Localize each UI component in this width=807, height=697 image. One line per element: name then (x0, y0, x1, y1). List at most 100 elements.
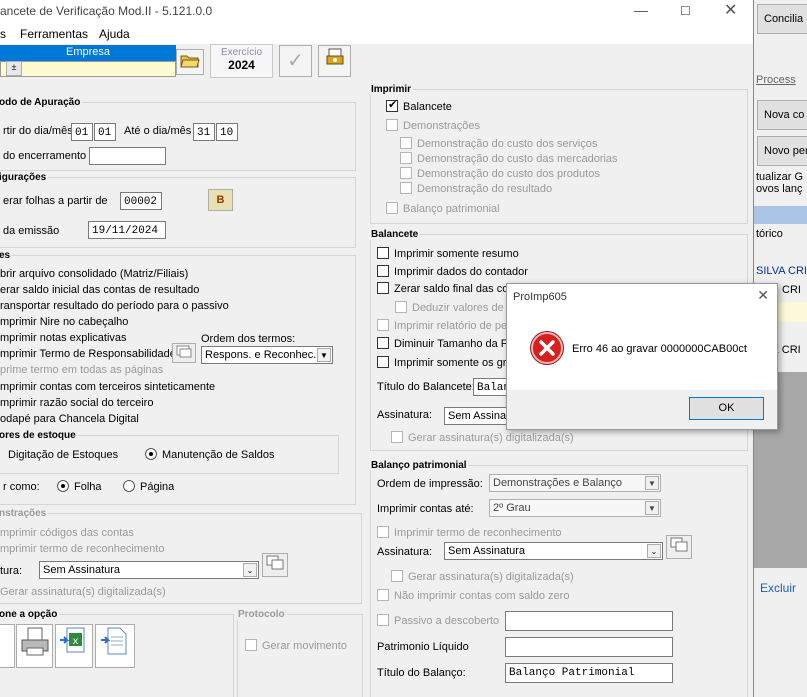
opcao-saldo-inicial[interactable]: erar saldo inicial das contas de resulta… (0, 284, 199, 296)
custo-produtos-checkbox[interactable] (400, 167, 412, 179)
dialog-close-icon[interactable]: ✕ (757, 287, 769, 304)
opcao-notas[interactable]: mprimir notas explicativas (0, 332, 127, 344)
to-month-input[interactable]: 10 (216, 123, 238, 141)
document-export-button[interactable] (95, 624, 135, 668)
custo-servicos-checkbox[interactable] (400, 137, 412, 149)
balancete-checkbox[interactable] (386, 98, 398, 112)
demonstracoes-check-label[interactable]: Demonstrações (403, 120, 480, 132)
excluir-button[interactable]: Excluir (760, 581, 796, 595)
action-button-1[interactable] (0, 624, 15, 668)
balanco-gerar-label[interactable]: Gerar assinatura(s) digitalizada(s) (408, 571, 574, 583)
custo-produtos-label[interactable]: Demonstração do custo dos produtos (417, 168, 600, 180)
print-button[interactable] (16, 624, 53, 668)
somente-grupos-label[interactable]: Imprimir somente os gru (394, 357, 513, 369)
ordem-impressao-select[interactable]: Demonstrações e Balanço ▼ (489, 474, 661, 492)
menu-item-ferramentas[interactable]: Ferramentas (20, 27, 88, 41)
resultado-checkbox[interactable] (400, 182, 412, 194)
pagina-radio[interactable] (123, 480, 135, 492)
folha-radio[interactable] (57, 480, 69, 492)
menu-item-ajuda[interactable]: Ajuda (99, 27, 130, 41)
custo-mercadorias-checkbox[interactable] (400, 152, 412, 164)
somente-grupos-checkbox[interactable] (377, 356, 389, 368)
close-icon[interactable]: ✕ (724, 0, 737, 20)
pagina-label[interactable]: Página (140, 481, 174, 493)
somente-resumo-checkbox[interactable] (377, 247, 389, 259)
folhas-b-button[interactable]: B (208, 189, 233, 211)
demo-termo[interactable]: mprimir termo de reconhecimento (0, 543, 164, 555)
balanco-check-label[interactable]: Balanço patrimonial (403, 203, 500, 215)
process-button[interactable]: Process (756, 74, 796, 86)
relatorio-checkbox[interactable] (377, 319, 389, 331)
opcao-consolidado[interactable]: brir arquivo consolidado (Matriz/Filiais… (0, 268, 188, 280)
from-month-input[interactable]: 01 (94, 123, 116, 141)
custo-servicos-label[interactable]: Demonstração do custo dos serviços (417, 138, 597, 150)
opcao-termo-paginas[interactable]: prime termo em todas as páginas (0, 364, 163, 376)
balanco-termo-checkbox[interactable] (377, 526, 389, 538)
balancete-assinatura-select[interactable]: Sem Assinatu (444, 407, 512, 425)
demo-gerar[interactable]: Gerar assinatura(s) digitalizada(s) (0, 586, 166, 598)
estoque-opt1-label[interactable]: Digitação de Estoques (8, 449, 118, 461)
passivo-input[interactable] (505, 611, 673, 631)
opcao-terceiros-sint[interactable]: mprimir contas com terceiros sinteticame… (0, 381, 215, 393)
minimize-icon[interactable]: — (634, 2, 648, 18)
passivo-checkbox[interactable] (377, 614, 389, 626)
opcao-transportar[interactable]: ransportar resultado do período para o p… (0, 300, 229, 312)
folha-label[interactable]: Folha (74, 481, 102, 493)
opcao-chancela[interactable]: odapé para Chancela Digital (0, 413, 139, 425)
ordem-termos-select[interactable]: Respons. e Reconhec. ▼ (201, 346, 333, 364)
grid-row-2[interactable]: CRI (782, 284, 801, 296)
confirm-button[interactable]: ✓ (279, 45, 312, 77)
empresa-field[interactable] (0, 61, 176, 77)
termo-config-button[interactable] (172, 343, 196, 363)
zerar-saldo-checkbox[interactable] (377, 282, 389, 294)
estoque-opt2-radio[interactable] (145, 448, 157, 460)
somente-resumo-label[interactable]: Imprimir somente resumo (394, 248, 519, 260)
demonstracoes-checkbox[interactable] (386, 119, 398, 131)
patrimonio-input[interactable] (505, 637, 673, 657)
deduzir-label[interactable]: Deduzir valores de c (412, 302, 512, 314)
folhas-input[interactable]: 00002 (120, 192, 162, 210)
open-folder-button[interactable] (176, 49, 204, 75)
grid-row-1[interactable]: SILVA CRI (756, 265, 807, 277)
opcao-nire[interactable]: mprimir Nire no cabeçalho (0, 316, 128, 328)
balanco-checkbox[interactable] (386, 202, 398, 214)
balanco-assinatura-config-button[interactable] (666, 535, 692, 559)
demo-codigos[interactable]: mprimir códigos das contas (0, 527, 134, 539)
nao-imprimir-label[interactable]: Não imprimir contas com saldo zero (394, 590, 569, 602)
nao-imprimir-checkbox[interactable] (377, 589, 389, 601)
balanco-termo-label[interactable]: Imprimir termo de reconhecimento (394, 527, 562, 539)
balancete-check-label[interactable]: Balancete (403, 101, 452, 113)
relatorio-label[interactable]: Imprimir relatório de per (394, 320, 511, 332)
estoque-opt2-label[interactable]: Manutenção de Saldos (162, 449, 275, 461)
protocolo-gerar-label[interactable]: Gerar movimento (262, 640, 347, 652)
demo-assinatura-select[interactable]: Sem Assinatura ⌄ (39, 561, 259, 579)
to-day-input[interactable]: 31 (193, 123, 215, 141)
resultado-label[interactable]: Demonstração do resultado (417, 183, 552, 195)
deduzir-checkbox[interactable] (395, 301, 407, 313)
contas-ate-select[interactable]: 2º Grau ▼ (489, 499, 661, 517)
custo-mercadorias-label[interactable]: Demonstração do custo das mercadorias (417, 153, 618, 165)
from-day-input[interactable]: 01 (71, 123, 93, 141)
diminuir-fonte-checkbox[interactable] (377, 337, 389, 349)
emissao-input[interactable]: 19/11/2024 (88, 221, 166, 239)
passivo-label[interactable]: Passivo a descoberto (394, 615, 499, 627)
encerramento-input[interactable] (89, 147, 166, 165)
dados-contador-label[interactable]: Imprimir dados do contador (394, 266, 528, 278)
maximize-icon[interactable]: ☐ (680, 4, 691, 18)
balanco-gerar-checkbox[interactable] (391, 570, 403, 582)
novo-periodo-button[interactable]: Novo per (757, 136, 807, 166)
balancete-gerar-checkbox[interactable] (391, 431, 403, 443)
opcao-termo-resp[interactable]: mprimir Termo de Responsabilidade (0, 348, 176, 360)
concilia-button[interactable]: Concilia (757, 4, 807, 34)
excel-export-button[interactable]: x (55, 624, 93, 668)
ok-button[interactable]: OK (689, 397, 764, 420)
demo-assinatura-config-button[interactable] (262, 553, 288, 577)
balancete-gerar-label[interactable]: Gerar assinatura(s) digitalizada(s) (408, 432, 574, 444)
empresa-lookup-button[interactable]: ± (6, 61, 22, 76)
exercicio-value[interactable]: 2024 (211, 58, 272, 72)
diminuir-fonte-label[interactable]: Diminuir Tamanho da Fo (394, 338, 514, 350)
menu-item-file[interactable]: s (0, 27, 6, 41)
print-config-button[interactable] (318, 45, 351, 77)
nova-conta-button[interactable]: Nova co (757, 100, 807, 130)
dados-contador-checkbox[interactable] (377, 265, 389, 277)
